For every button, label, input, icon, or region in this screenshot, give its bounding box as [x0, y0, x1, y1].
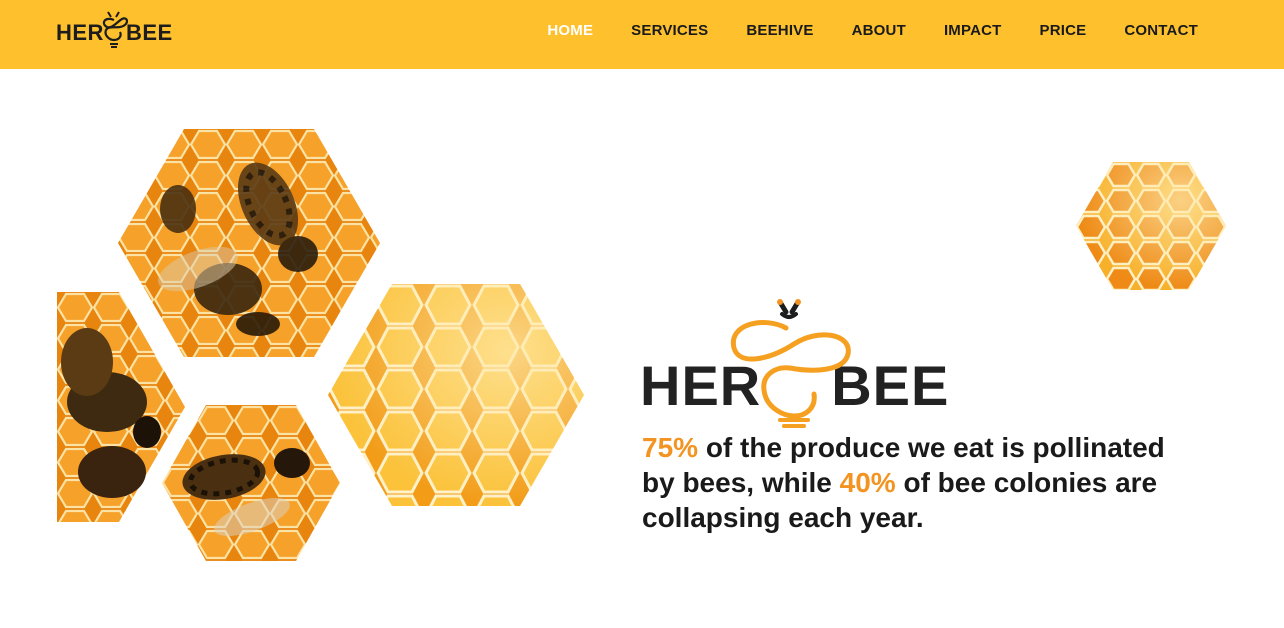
logo[interactable]: HER BEE: [56, 8, 180, 52]
nav-item-beehive[interactable]: BEEHIVE: [746, 22, 813, 39]
nav-item-services[interactable]: SERVICES: [631, 22, 708, 39]
top-nav-bar: HER BEE HOME SERVICES BEEHIVE ABOUT IMPAC…: [0, 0, 1284, 69]
nav-item-price[interactable]: PRICE: [1040, 22, 1087, 39]
main-navigation: HOME SERVICES BEEHIVE ABOUT IMPACT PRICE…: [509, 0, 1198, 60]
stat-percent-colonies: 40%: [839, 467, 896, 498]
nav-item-impact[interactable]: IMPACT: [944, 22, 1002, 39]
hero-logo: HER BEE: [640, 298, 950, 438]
stat-percent-produce: 75%: [642, 432, 699, 463]
pollination-statistic: 75% of the produce we eat is pollinated …: [642, 430, 1182, 535]
bee-logo-icon: [102, 11, 129, 48]
nav-item-about[interactable]: ABOUT: [852, 22, 906, 39]
nav-item-home[interactable]: HOME: [547, 22, 593, 39]
bee-small-image: [162, 405, 340, 561]
honeycomb-large-image: [328, 284, 584, 506]
honeycomb-corner-image: [1076, 162, 1226, 290]
nav-item-contact[interactable]: CONTACT: [1124, 22, 1198, 39]
bee-logo-icon: [730, 299, 851, 428]
